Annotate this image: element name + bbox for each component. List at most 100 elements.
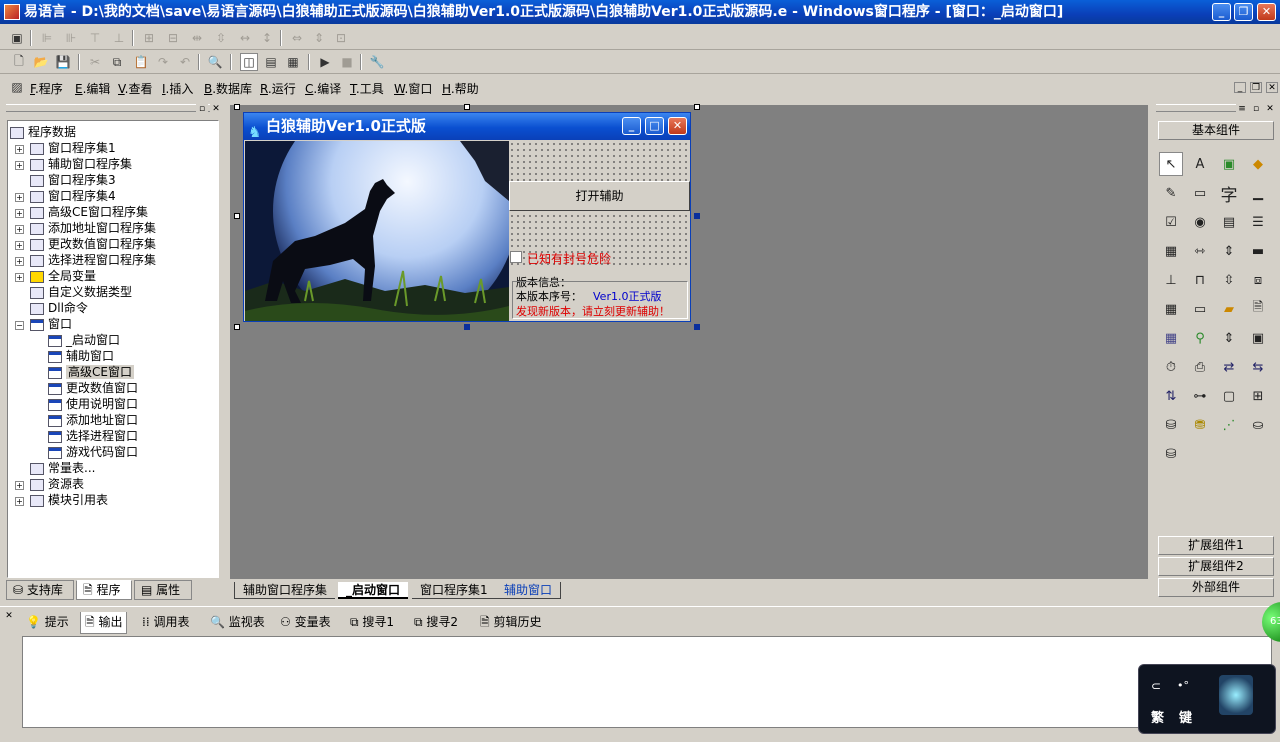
align-right-icon[interactable]: ⊪ xyxy=(62,29,80,47)
form-minimize-button[interactable]: _ xyxy=(622,117,641,135)
pointer-icon[interactable]: ↖ xyxy=(1159,152,1183,176)
tools-icon[interactable]: 🔧 xyxy=(368,53,386,71)
drawing-board-icon[interactable]: ✎ xyxy=(1159,181,1183,205)
undo-icon[interactable]: ↶ xyxy=(176,53,194,71)
grouping-box-icon[interactable]: ▭ xyxy=(1188,181,1212,205)
v-scrollbar-icon[interactable]: ⇕ xyxy=(1217,239,1241,263)
extended-components-1-button[interactable]: 扩展组件1 xyxy=(1158,536,1274,555)
menu-edit[interactable]: E.编辑 xyxy=(75,80,110,97)
new-file-icon[interactable]: 🗋 xyxy=(10,53,28,71)
tree-item[interactable]: 自定义数据类型 xyxy=(30,284,132,300)
layout-2-icon[interactable]: ▤ xyxy=(262,53,280,71)
find-icon[interactable]: 🔍 xyxy=(206,53,224,71)
minimize-button[interactable]: _ xyxy=(1212,3,1231,21)
expand-toggle[interactable]: + xyxy=(15,257,24,266)
same-width-icon[interactable]: ↔ xyxy=(236,29,254,47)
tree-window-item[interactable]: 添加地址窗口 xyxy=(48,412,138,428)
shape-icon[interactable]: ◆ xyxy=(1246,152,1270,176)
network-server-icon[interactable]: ⇆ xyxy=(1246,355,1270,379)
ime-mode-icon[interactable]: ⊂ xyxy=(1151,679,1161,693)
odbc-source-icon[interactable]: ⛁ xyxy=(1159,442,1183,466)
tab-hint[interactable]: 💡 提示 xyxy=(22,612,73,634)
basic-components-button[interactable]: 基本组件 xyxy=(1158,121,1274,140)
document-icon[interactable]: 🗎 xyxy=(1246,297,1270,321)
tab-module-1[interactable]: 窗口程序集1 xyxy=(412,582,496,599)
ime-punct-icon[interactable]: •° xyxy=(1177,679,1189,692)
resize-handle[interactable] xyxy=(234,213,240,219)
tab-support-library[interactable]: ⛁ 支持库 xyxy=(6,580,74,600)
h-scrollbar-icon[interactable]: ⇿ xyxy=(1188,239,1212,263)
expand-toggle[interactable]: + xyxy=(15,161,24,170)
resize-handle[interactable] xyxy=(234,104,240,110)
save-icon[interactable]: 💾 xyxy=(54,53,72,71)
splitter-icon[interactable]: ⇕ xyxy=(1217,326,1241,350)
combo-box-icon[interactable]: ▤ xyxy=(1217,210,1241,234)
form-icon[interactable]: ▣ xyxy=(8,29,26,47)
tab-output[interactable]: 🗎 输出 xyxy=(80,612,128,634)
ban-risk-checkbox[interactable] xyxy=(510,251,522,263)
resize-handle[interactable] xyxy=(464,324,470,330)
tree-window-item[interactable]: 更改数值窗口 xyxy=(48,380,138,396)
tree-item[interactable]: 选择进程窗口程序集 xyxy=(30,252,156,268)
checkbox-icon[interactable]: ☑ xyxy=(1159,210,1183,234)
tab-program[interactable]: 🗎 程序 xyxy=(76,580,132,600)
color-picker-icon[interactable]: ▦ xyxy=(1159,326,1183,350)
paste-icon[interactable]: 📋 xyxy=(132,53,150,71)
database-provider-icon[interactable]: ⛁ xyxy=(1159,413,1183,437)
tree-window-item[interactable]: _启动窗口 xyxy=(48,332,120,348)
panel-restore-button[interactable]: ▫ xyxy=(1250,104,1262,115)
mdi-close-button[interactable]: ✕ xyxy=(1266,82,1278,93)
tree-view-icon[interactable]: ⊶ xyxy=(1188,384,1212,408)
run-icon[interactable]: ▶ xyxy=(316,53,334,71)
extended-components-2-button[interactable]: 扩展组件2 xyxy=(1158,557,1274,576)
space-v-icon[interactable]: ⇳ xyxy=(212,29,230,47)
grid-icon[interactable]: ⊞ xyxy=(1246,384,1270,408)
menu-run[interactable]: R.运行 xyxy=(260,80,296,97)
output-close-button[interactable]: ✕ xyxy=(3,611,15,622)
expand-toggle[interactable]: + xyxy=(15,497,24,506)
tab-assist-window[interactable]: 辅助窗口 xyxy=(496,582,562,599)
tree-item[interactable]: 模块引用表 xyxy=(30,492,108,508)
slider-icon[interactable]: ⊥ xyxy=(1159,268,1183,292)
menu-database[interactable]: B.数据库 xyxy=(204,80,252,97)
menu-view[interactable]: V.查看 xyxy=(118,80,153,97)
resize-handle[interactable] xyxy=(694,213,700,219)
tab-variable-table[interactable]: ⚇ 变量表 xyxy=(276,612,335,634)
output-text-area[interactable] xyxy=(22,636,1272,728)
label-icon[interactable]: A xyxy=(1188,152,1212,176)
spin-icon[interactable]: ⇳ xyxy=(1217,268,1241,292)
panel-menu-button[interactable]: ≡ xyxy=(1236,104,1248,115)
tab-watch-table[interactable]: 🔍 监视表 xyxy=(206,612,269,634)
expand-toggle[interactable]: + xyxy=(15,241,24,250)
tree-item[interactable]: 窗口 xyxy=(30,316,72,332)
maximize-button[interactable]: ❐ xyxy=(1234,3,1253,21)
redo-icon[interactable]: ↷ xyxy=(154,53,172,71)
tree-item[interactable]: 窗口程序集4 xyxy=(30,188,116,204)
layout-1-icon[interactable]: ◫ xyxy=(240,53,258,71)
tab-startup-window[interactable]: _启动窗口 xyxy=(338,582,409,599)
copy-icon[interactable]: ⧉ xyxy=(108,53,126,71)
tree-item[interactable]: 资源表 xyxy=(30,476,84,492)
tree-item[interactable]: 添加地址窗口程序集 xyxy=(30,220,156,236)
tab-search-2[interactable]: ⧉ 搜寻2 xyxy=(410,612,462,634)
resize-handle[interactable] xyxy=(464,104,470,110)
tree-item[interactable]: 常量表... xyxy=(30,460,95,476)
tree-root[interactable]: 程序数据 xyxy=(10,124,76,140)
picture-box-icon[interactable]: ▣ xyxy=(1217,152,1241,176)
open-assist-button[interactable]: 打开辅助 xyxy=(509,181,690,211)
stop-icon[interactable]: ■ xyxy=(338,53,356,71)
expand-toggle[interactable]: + xyxy=(15,209,24,218)
layout-3-icon[interactable]: ▦ xyxy=(284,53,302,71)
align-bottom-icon[interactable]: ⊥ xyxy=(110,29,128,47)
tree-window-item[interactable]: 使用说明窗口 xyxy=(48,396,138,412)
text-icon[interactable]: 字 xyxy=(1217,181,1241,206)
menu-program[interactable]: F.程序 xyxy=(30,80,63,97)
same-height-icon[interactable]: ↕ xyxy=(258,29,276,47)
designed-form[interactable]: ♞ 白狼辅助Ver1.0正式版 _ □ ✕ 打开辅助 已知有封号危险 版本信息：… xyxy=(243,112,691,322)
center-v-icon[interactable]: ⊟ xyxy=(164,29,182,47)
expand-toggle[interactable]: + xyxy=(15,145,24,154)
panel-close-button[interactable]: ✕ xyxy=(210,104,222,115)
tree-item[interactable]: 更改数值窗口程序集 xyxy=(30,236,156,252)
resize-handle[interactable] xyxy=(694,324,700,330)
edit-box-icon[interactable]: ▭ xyxy=(1188,297,1212,321)
